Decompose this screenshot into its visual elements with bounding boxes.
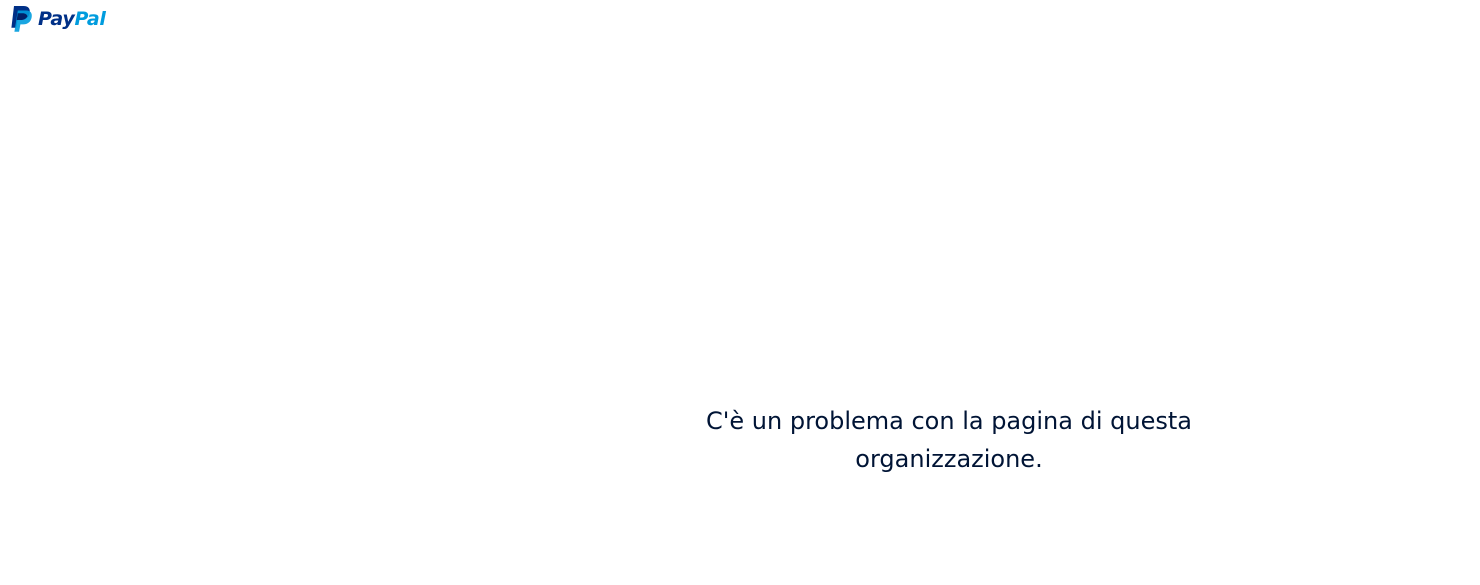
paypal-logo-icon <box>11 6 32 32</box>
header: PayPal <box>9 4 106 34</box>
paypal-wordmark: PayPal <box>38 7 106 30</box>
error-message-container: C'è un problema con la pagina di questa … <box>649 402 1249 478</box>
wordmark-pal: Pal <box>74 7 106 30</box>
error-message: C'è un problema con la pagina di questa … <box>706 407 1192 473</box>
wordmark-pay: Pay <box>38 7 75 30</box>
paypal-logo[interactable]: PayPal <box>9 5 106 33</box>
